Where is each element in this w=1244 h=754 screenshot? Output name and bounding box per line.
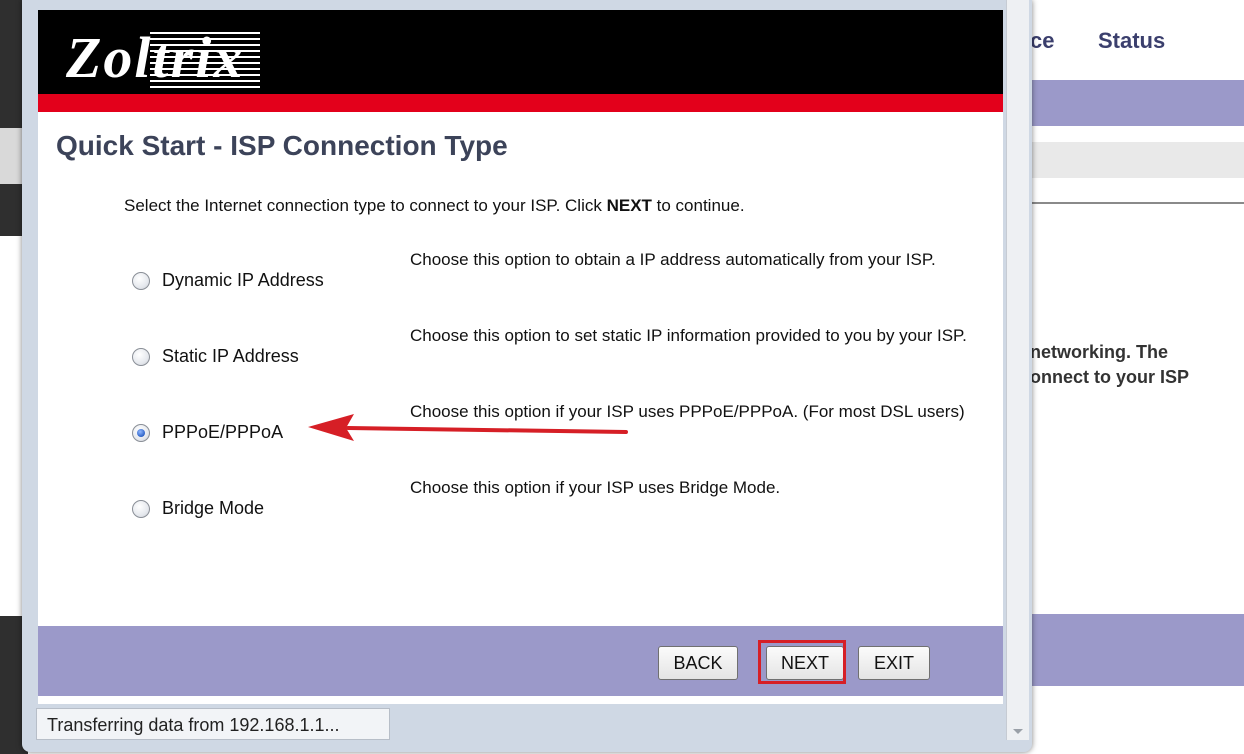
option-description: Choose this option to obtain a IP addres… (410, 250, 936, 269)
option-label[interactable]: PPPoE/PPPoA (162, 422, 283, 443)
option-static-ip: Static IP Address Choose this option to … (132, 326, 982, 402)
back-button[interactable]: BACK (658, 646, 738, 680)
brand-banner: Zoltrix (38, 10, 1003, 94)
next-highlight-box (758, 640, 846, 684)
radio-dynamic-ip[interactable] (132, 272, 150, 290)
instructions-suffix: to continue. (651, 196, 745, 215)
background-divider (1030, 202, 1244, 204)
banner-red-stripe (38, 94, 1003, 112)
scroll-down-icon[interactable] (1013, 729, 1023, 734)
quick-start-window: Zoltrix Quick Start - ISP Connection Typ… (22, 0, 1032, 752)
background-tab-status[interactable]: Status (1098, 28, 1165, 54)
option-bridge-mode: Bridge Mode Choose this option if your I… (132, 478, 982, 554)
option-description: Choose this option to set static IP info… (410, 326, 967, 345)
status-bar-text: Transferring data from 192.168.1.1... (36, 708, 390, 740)
vertical-scrollbar[interactable] (1006, 0, 1029, 740)
radio-static-ip[interactable] (132, 348, 150, 366)
background-tab-partial[interactable]: ce (1030, 28, 1054, 54)
background-footer-bar (1030, 614, 1244, 686)
page-title: Quick Start - ISP Connection Type (56, 130, 508, 161)
background-nav-bar (1030, 80, 1244, 126)
instructions-text: Select the Internet connection type to c… (124, 196, 745, 216)
radio-pppoe[interactable] (132, 424, 150, 442)
instructions-next-keyword: NEXT (606, 196, 652, 215)
annotation-arrow (308, 414, 628, 441)
brand-logo: Zoltrix (66, 25, 245, 90)
background-body-text: networking. The onnect to your ISP (1030, 342, 1190, 387)
option-label[interactable]: Static IP Address (162, 346, 299, 367)
option-label[interactable]: Bridge Mode (162, 498, 264, 519)
option-dynamic-ip: Dynamic IP Address Choose this option to… (132, 250, 982, 326)
window-content: Zoltrix Quick Start - ISP Connection Typ… (38, 10, 1003, 704)
option-label[interactable]: Dynamic IP Address (162, 270, 324, 291)
radio-bridge-mode[interactable] (132, 500, 150, 518)
instructions-prefix: Select the Internet connection type to c… (124, 196, 607, 215)
exit-button[interactable]: EXIT (858, 646, 930, 680)
background-subnav-bar (1030, 142, 1244, 178)
option-description: Choose this option if your ISP uses Brid… (410, 478, 781, 497)
